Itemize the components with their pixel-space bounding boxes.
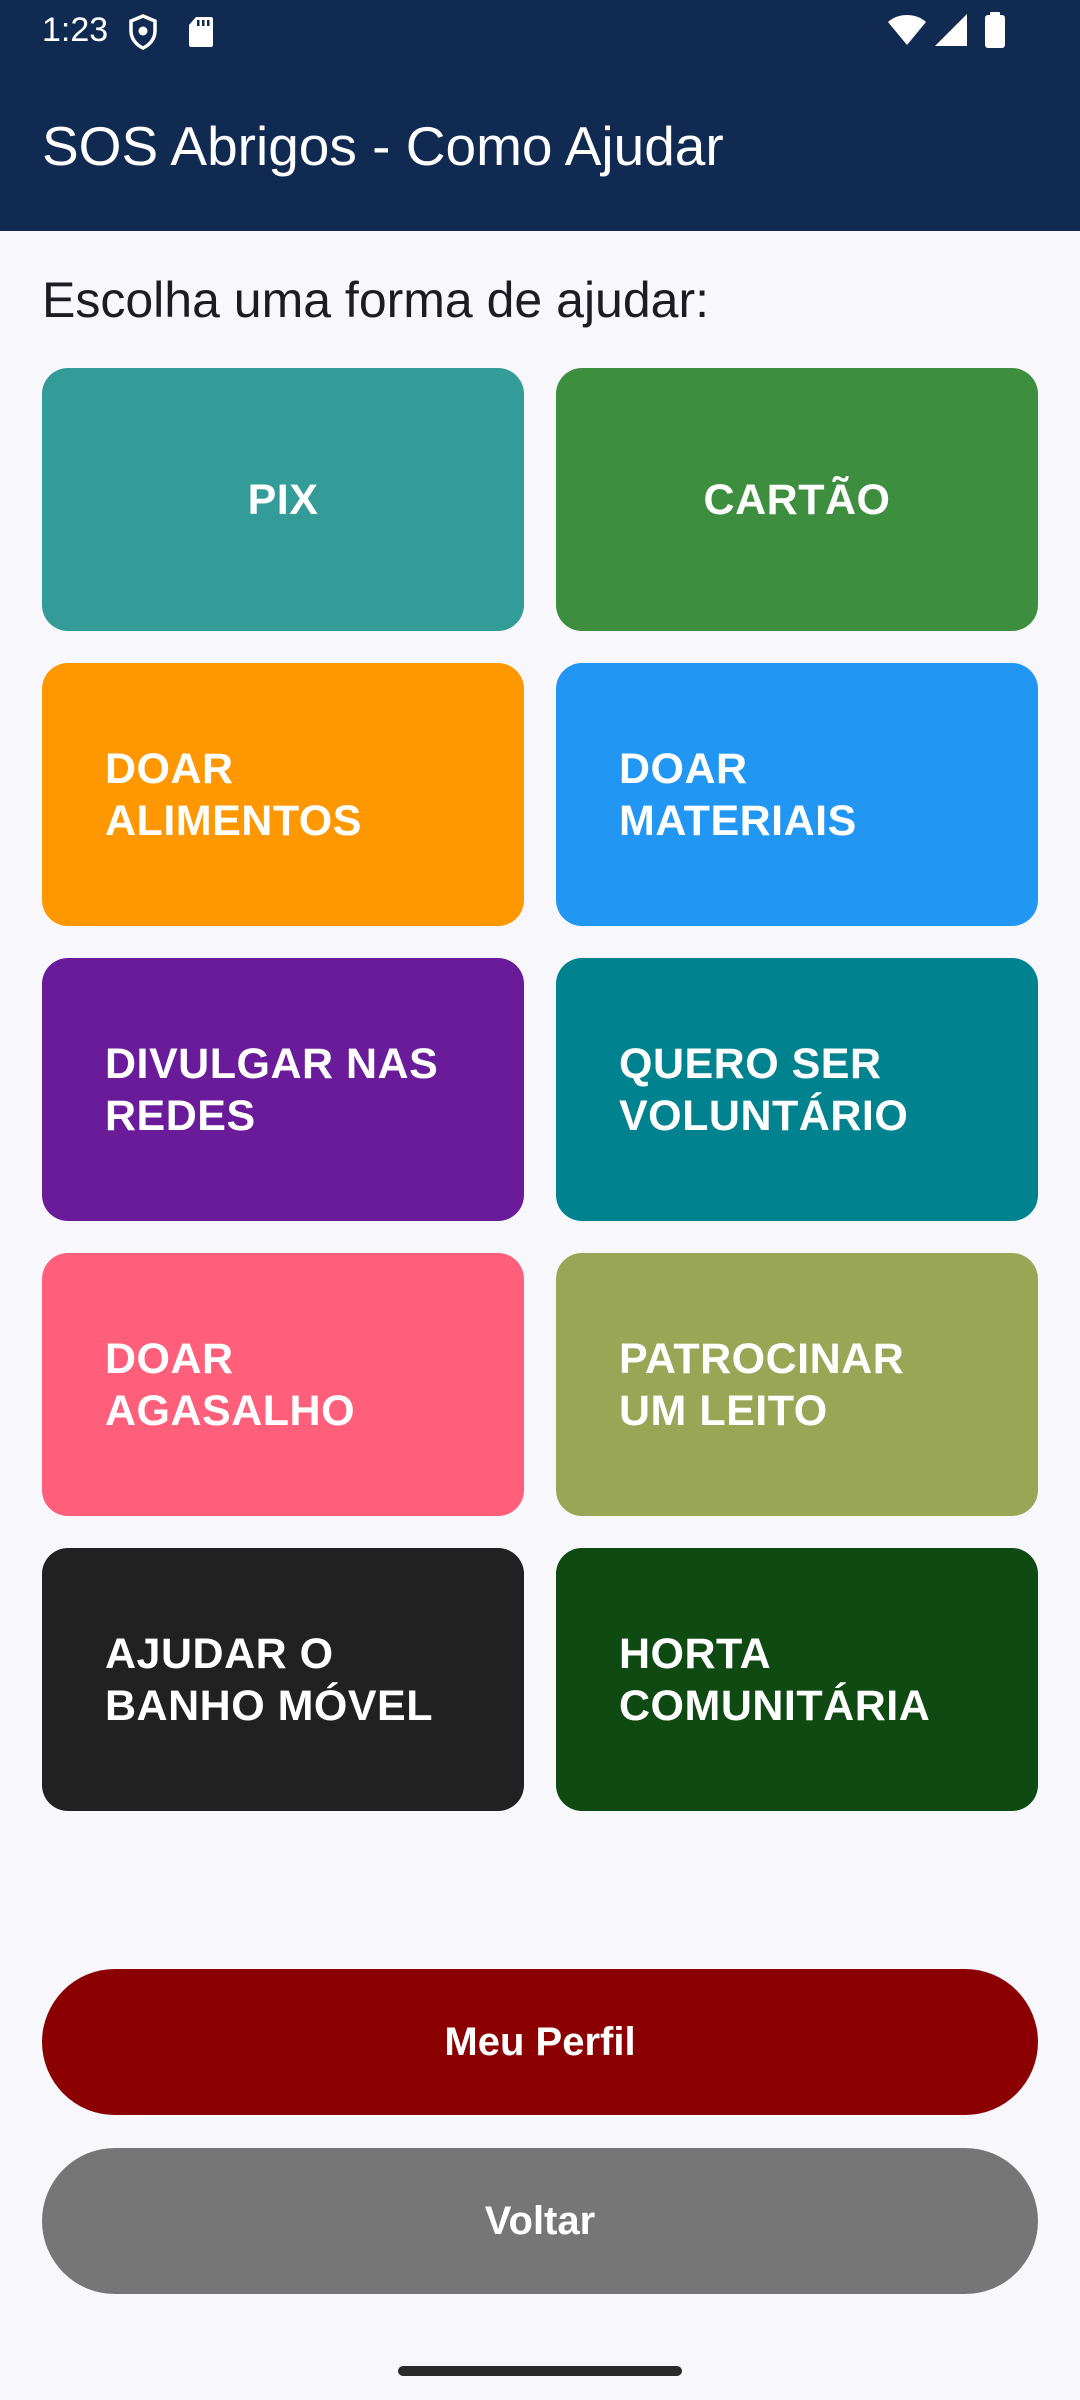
option-quero-ser-voluntario-button[interactable]: QUERO SER VOLUNTÁRIO [556,958,1038,1221]
option-doar-materiais-button[interactable]: DOAR MATERIAIS [556,663,1038,926]
status-bar: 1:23 [0,0,1080,64]
screen: 1:23 SOS Abrigos - Como Ajudar Escolha u… [0,0,1080,2400]
option-ajudar-banho-movel-button[interactable]: AJUDAR O BANHO MÓVEL [42,1548,524,1811]
help-options-grid: PIX CARTÃO DOAR ALIMENTOS DOAR MATERIAIS… [42,368,1038,1811]
signal-icon [935,14,967,46]
battery-icon [985,12,1005,48]
my-profile-button[interactable]: Meu Perfil [42,1969,1038,2115]
app-bar: 1:23 SOS Abrigos - Como Ajudar [0,0,1080,231]
option-divulgar-nas-redes-button[interactable]: DIVULGAR NAS REDES [42,958,524,1221]
back-button[interactable]: Voltar [42,2148,1038,2294]
option-pix-button[interactable]: PIX [42,368,524,631]
status-time: 1:23 [42,11,109,49]
option-cartao-button[interactable]: CARTÃO [556,368,1038,631]
prompt-heading: Escolha uma forma de ajudar: [42,272,710,328]
sd-card-icon [189,17,213,47]
wifi-icon [888,15,926,45]
shield-icon [129,14,157,50]
option-patrocinar-um-leito-button[interactable]: PATROCINAR UM LEITO [556,1253,1038,1516]
option-doar-alimentos-button[interactable]: DOAR ALIMENTOS [42,663,524,926]
option-doar-agasalho-button[interactable]: DOAR AGASALHO [42,1253,524,1516]
home-indicator[interactable] [398,2366,682,2376]
option-horta-comunitaria-button[interactable]: HORTA COMUNITÁRIA [556,1548,1038,1811]
app-title: SOS Abrigos - Como Ajudar [42,115,724,177]
